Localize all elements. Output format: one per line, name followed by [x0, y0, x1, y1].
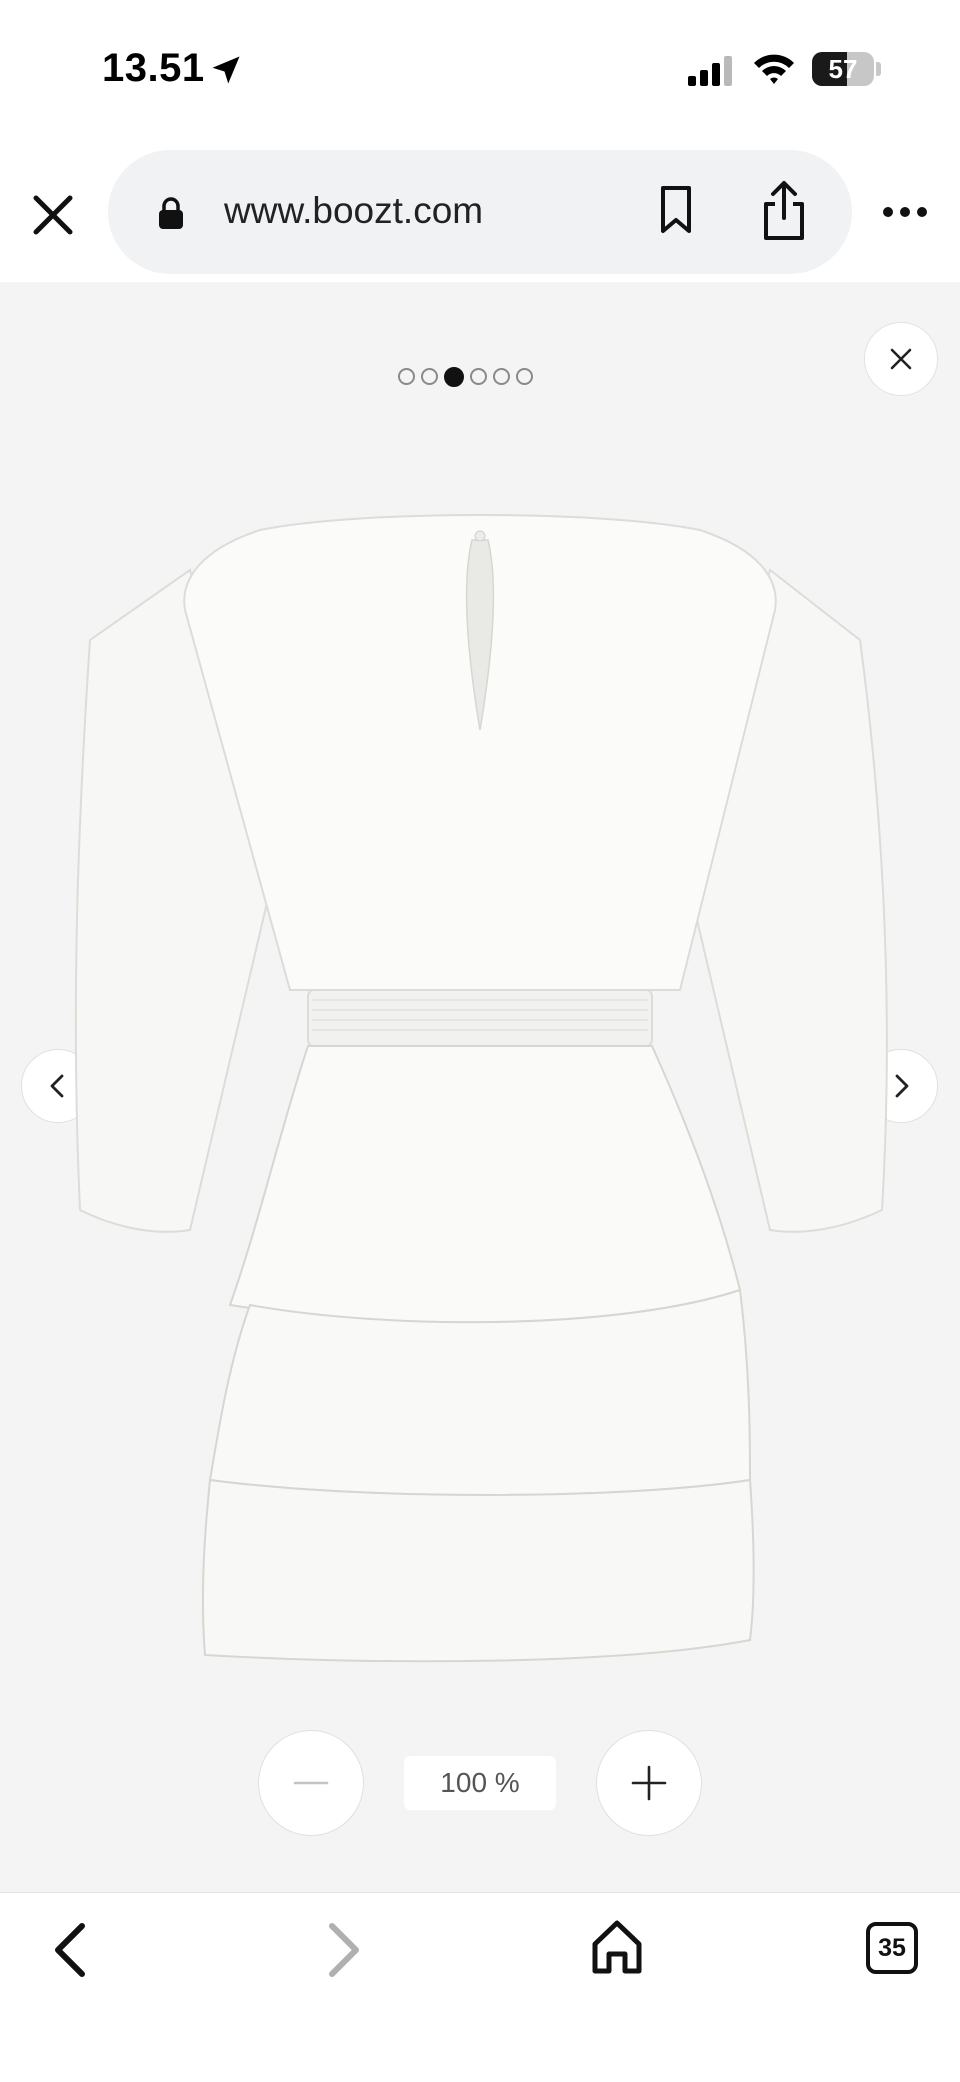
lock-icon — [159, 197, 183, 229]
dress-tier-3 — [201, 1478, 755, 1663]
wifi-icon — [754, 54, 794, 84]
image-pager[interactable] — [398, 367, 533, 390]
dress-tier-1 — [228, 1045, 742, 1324]
back-arrow-icon[interactable] — [48, 1918, 92, 1982]
zoom-level: 100 % — [404, 1756, 556, 1810]
plus-icon — [631, 1765, 667, 1801]
tabs-icon[interactable]: 35 — [866, 1922, 918, 1974]
pager-dot[interactable] — [516, 368, 533, 385]
product-image[interactable] — [60, 490, 900, 1690]
bookmark-icon[interactable] — [656, 184, 696, 236]
gallery-close-button[interactable] — [864, 322, 938, 396]
zoom-in-button[interactable] — [596, 1730, 702, 1836]
share-icon[interactable] — [760, 180, 808, 242]
minus-icon — [293, 1781, 329, 1785]
dress-waistband — [307, 989, 653, 1047]
more-icon[interactable] — [882, 200, 928, 224]
pager-dot[interactable] — [493, 368, 510, 385]
close-icon — [890, 348, 912, 370]
pager-dot[interactable] — [444, 367, 464, 387]
status-time: 13.51 — [102, 46, 205, 90]
close-icon[interactable] — [28, 190, 78, 240]
battery-icon: 57 — [812, 52, 874, 86]
zoom-out-button[interactable] — [258, 1730, 364, 1836]
battery-tip — [876, 62, 881, 76]
forward-arrow-icon[interactable] — [322, 1918, 366, 1982]
battery-percentage: 57 — [828, 54, 858, 84]
url-text[interactable]: www.boozt.com — [224, 190, 483, 232]
bottom-toolbar — [0, 1892, 960, 2082]
cellular-signal-icon — [688, 56, 732, 86]
home-icon[interactable] — [590, 1918, 644, 1976]
location-arrow-icon — [212, 56, 240, 84]
pager-dot[interactable] — [398, 368, 415, 385]
pager-dot[interactable] — [470, 368, 487, 385]
pager-dot[interactable] — [421, 368, 438, 385]
